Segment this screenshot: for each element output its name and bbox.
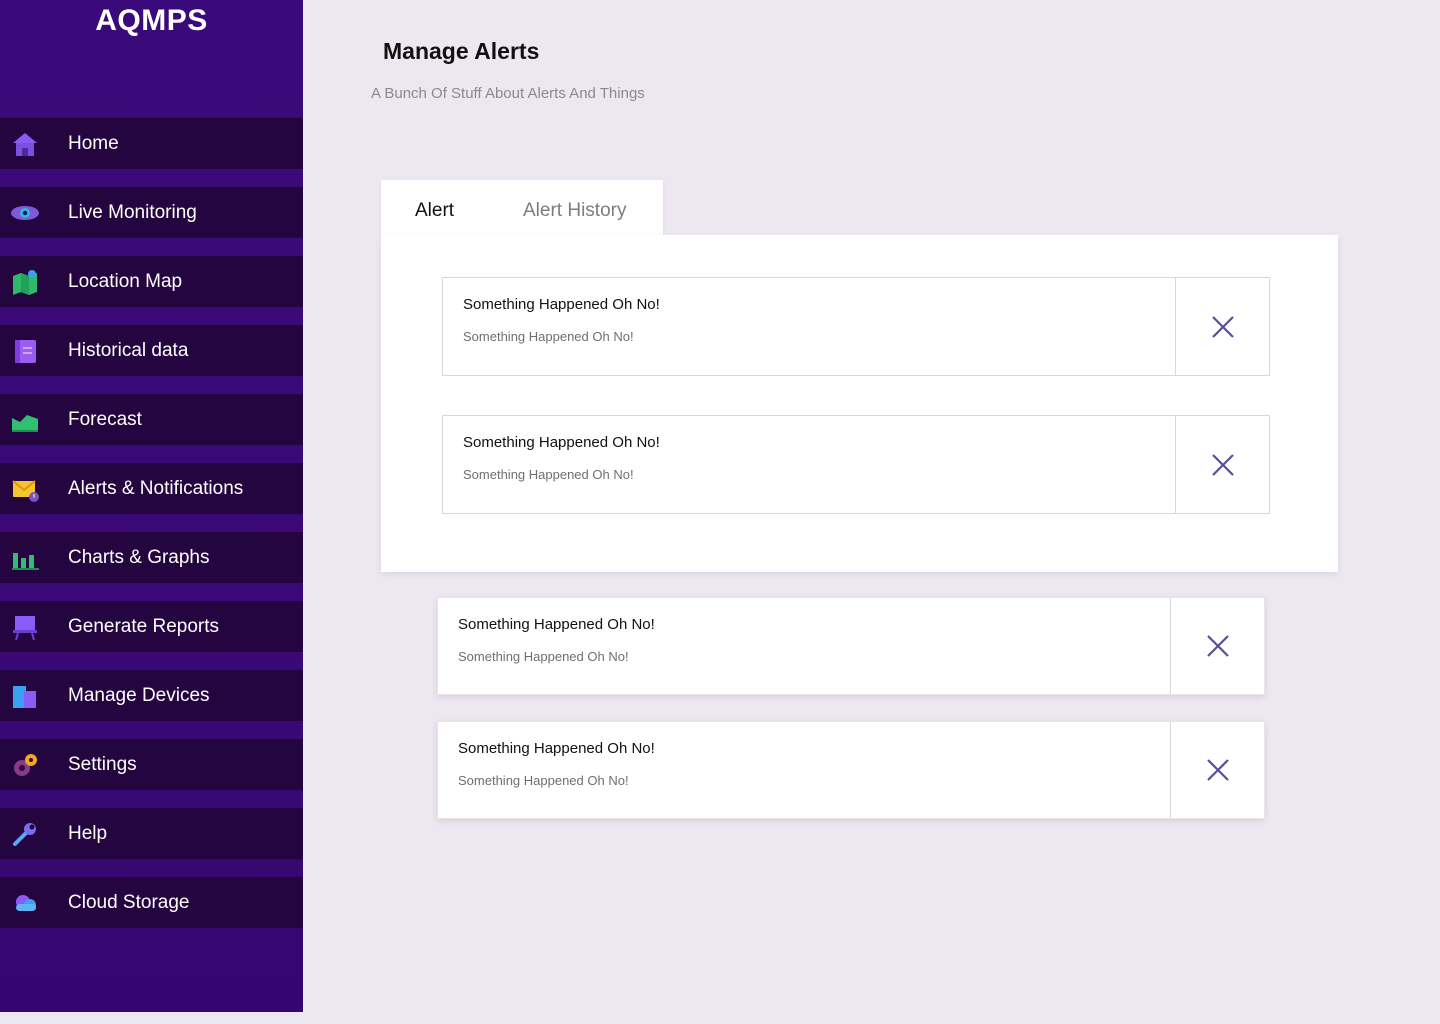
tab-alert[interactable]: Alert (415, 200, 454, 222)
sidebar-item-home[interactable]: Home (0, 118, 303, 169)
cloud-icon (16, 895, 36, 911)
area-chart-icon (12, 415, 38, 432)
devices-icon (13, 686, 36, 708)
map-icon (13, 270, 37, 295)
alert-message: Something Happened Oh No! (463, 467, 634, 482)
alert-card: Something Happened Oh No! Something Happ… (437, 597, 1265, 695)
sidebar-item-label: Generate Reports (68, 615, 220, 637)
home-icon (13, 133, 37, 156)
sidebar-item-label: Help (68, 822, 108, 844)
sidebar-item-label: Live Monitoring (68, 201, 197, 223)
alert-card: Something Happened Oh No! Something Happ… (442, 277, 1270, 376)
close-icon (1207, 759, 1229, 781)
alert-card: Something Happened Oh No! Something Happ… (437, 721, 1265, 819)
sidebar-item-manage-devices[interactable]: Manage Devices (0, 670, 303, 721)
sidebar-item-charts-graphs[interactable]: Charts & Graphs (0, 532, 303, 583)
close-icon (1212, 453, 1234, 476)
sidebar-item-forecast[interactable]: Forecast (0, 394, 303, 445)
sidebar-item-live-monitoring[interactable]: Live Monitoring (0, 187, 303, 238)
alert-title: Something Happened Oh No! (463, 434, 660, 451)
sidebar-item-alerts-notifications[interactable]: Alerts & Notifications (0, 463, 303, 514)
sidebar-item-location-map[interactable]: Location Map (0, 256, 303, 307)
alert-message: Something Happened Oh No! (458, 649, 629, 664)
notebook-icon (15, 340, 36, 363)
sidebar-item-settings[interactable]: Settings (0, 739, 303, 790)
brand-logo: AQMPS (95, 4, 208, 37)
alert-tabs: Alert Alert History (381, 180, 663, 236)
sidebar-item-label: Manage Devices (68, 684, 210, 706)
sidebar-item-label: Charts & Graphs (68, 546, 210, 568)
gear-icon (14, 754, 37, 776)
eye-icon (11, 206, 39, 220)
sidebar-item-historical-data[interactable]: Historical data (0, 325, 303, 376)
page-subtitle: A Bunch Of Stuff About Alerts And Things (371, 85, 645, 102)
dismiss-alert-button[interactable] (1176, 278, 1270, 375)
easel-icon (13, 616, 37, 641)
alert-message: Something Happened Oh No! (458, 773, 629, 788)
close-icon (1212, 315, 1234, 338)
sidebar-item-label: Settings (68, 753, 137, 775)
dismiss-alert-button[interactable] (1171, 598, 1265, 694)
wrench-icon (13, 823, 36, 846)
alert-title: Something Happened Oh No! (458, 616, 655, 633)
bar-chart-icon (12, 553, 39, 570)
tab-alert-history[interactable]: Alert History (523, 200, 626, 222)
alert-card: Something Happened Oh No! Something Happ… (442, 415, 1270, 514)
sidebar-item-label: Historical data (68, 339, 189, 361)
dismiss-alert-button[interactable] (1171, 722, 1265, 818)
mail-alert-icon (12, 480, 39, 502)
sidebar-item-label: Cloud Storage (68, 891, 190, 913)
sidebar-item-label: Forecast (68, 408, 142, 430)
sidebar-item-generate-reports[interactable]: Generate Reports (0, 601, 303, 652)
alert-title: Something Happened Oh No! (463, 296, 660, 313)
sidebar-item-label: Home (68, 132, 119, 154)
sidebar-item-help[interactable]: Help (0, 808, 303, 859)
sidebar-item-label: Location Map (68, 270, 183, 292)
dismiss-alert-button[interactable] (1176, 416, 1270, 513)
close-icon (1207, 635, 1229, 657)
alert-message: Something Happened Oh No! (463, 329, 634, 344)
sidebar-item-label: Alerts & Notifications (68, 477, 244, 499)
sidebar-item-cloud-storage[interactable]: Cloud Storage (0, 877, 303, 928)
sidebar: AQMPS Home Live Monitoring Location Map (0, 0, 303, 1012)
alert-title: Something Happened Oh No! (458, 740, 655, 757)
page-title: Manage Alerts (383, 38, 540, 64)
